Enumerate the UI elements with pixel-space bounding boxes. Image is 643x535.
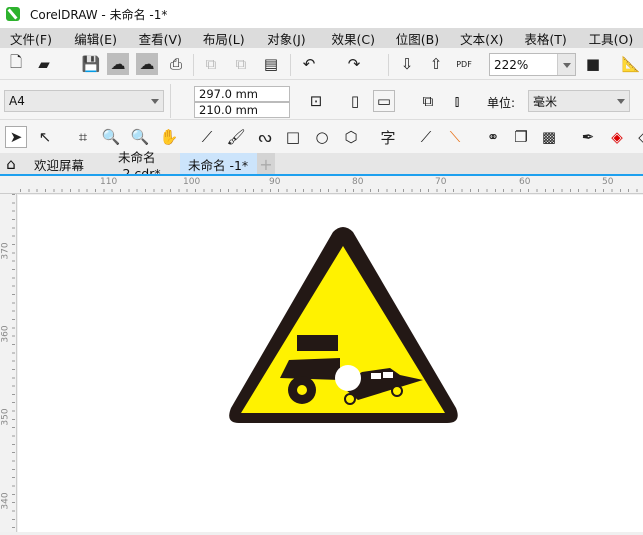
portrait-icon[interactable]: ▯ bbox=[344, 90, 366, 112]
all-pages-icon[interactable]: ⧉ bbox=[417, 90, 439, 112]
title-bar: CorelDRAW - 未命名 -1* bbox=[0, 0, 643, 28]
landscape-icon[interactable]: ▭ bbox=[373, 90, 395, 112]
print-icon[interactable]: ⎙ bbox=[165, 53, 187, 75]
shape-tool-icon[interactable]: ↖ bbox=[34, 126, 56, 148]
collision-warning-sign[interactable] bbox=[18, 195, 643, 532]
polygon-tool-icon[interactable]: ⬡ bbox=[340, 126, 362, 148]
import-icon[interactable]: ⇩ bbox=[396, 53, 418, 75]
rectangle-tool-icon[interactable]: □ bbox=[282, 126, 304, 148]
tab-untitled-1[interactable]: 未命名 -1* bbox=[180, 153, 257, 175]
drop-shadow-icon[interactable]: ❐ bbox=[510, 126, 532, 148]
page-anchor-icon[interactable]: ⊡ bbox=[305, 90, 327, 112]
publish-pdf-icon[interactable]: PDF bbox=[453, 53, 475, 75]
freehand-tool-icon[interactable]: ⟋ bbox=[196, 126, 218, 148]
artistic-media-icon[interactable]: 🖌 bbox=[225, 126, 247, 148]
zoom-tool-icon[interactable]: 🔍 bbox=[100, 126, 122, 148]
redo-icon[interactable]: ↷ bbox=[343, 53, 365, 75]
paste-icon[interactable]: ▤ bbox=[260, 53, 282, 75]
text-tool-icon[interactable]: 字 bbox=[377, 126, 399, 148]
eyedropper-icon[interactable]: ✒ bbox=[577, 126, 599, 148]
import-cloud-icon[interactable]: ☁ bbox=[107, 53, 129, 75]
pan-tool-icon[interactable]: ✋ bbox=[158, 126, 180, 148]
smart-drawing-icon[interactable]: ᔓ bbox=[254, 126, 276, 148]
undo-icon[interactable]: ↶ bbox=[298, 53, 320, 75]
unit-select[interactable]: 毫米 bbox=[528, 90, 630, 112]
menu-view[interactable]: 查看(V) bbox=[129, 29, 193, 48]
menu-tools[interactable]: 工具(O) bbox=[579, 29, 643, 48]
pick-tool-icon[interactable]: ➤ bbox=[5, 126, 27, 148]
full-screen-icon[interactable]: ■ bbox=[582, 53, 604, 75]
page-height-input[interactable]: 297.0 mm bbox=[194, 86, 290, 102]
open-folder-icon[interactable]: ▰ bbox=[33, 53, 55, 75]
zoom-out-icon[interactable]: 🔍 bbox=[129, 126, 151, 148]
new-document-icon[interactable]: 🗋 bbox=[5, 53, 27, 75]
menu-bitmap[interactable]: 位图(B) bbox=[386, 29, 450, 48]
menu-layout[interactable]: 布局(L) bbox=[193, 29, 257, 48]
toolbox: ➤ ↖ ⌗ 🔍 🔍 ✋ ⟋ 🖌 ᔓ □ ○ ⬡ 字 ⟋ ⟍ ⚭ ❐ ▩ ✒ ◈ … bbox=[0, 120, 643, 153]
menu-edit[interactable]: 编辑(E) bbox=[64, 29, 128, 48]
zoom-level-combo[interactable]: 222% bbox=[489, 53, 576, 76]
tab-untitled-2[interactable]: 未命名 -2.cdr* bbox=[108, 150, 180, 181]
crop-tool-icon[interactable]: ⌗ bbox=[72, 126, 94, 148]
page-width-input[interactable]: 210.0 mm bbox=[194, 102, 290, 118]
add-tab-button[interactable]: + bbox=[257, 153, 275, 175]
vertical-ruler[interactable]: 370 360 350 340 bbox=[0, 194, 17, 532]
blend-tool-icon[interactable]: ⚭ bbox=[482, 126, 504, 148]
transparency-icon[interactable]: ▩ bbox=[538, 126, 560, 148]
copy-icon[interactable]: ⧉ bbox=[230, 53, 252, 75]
document-tabs: ⌂ 欢迎屏幕 未命名 -2.cdr* 未命名 -1* + bbox=[0, 150, 643, 181]
window-title: CorelDRAW - 未命名 -1* bbox=[30, 7, 168, 22]
property-bar: A4 297.0 mm 210.0 mm ⊡ ▯ ▭ ⧉ ⫾ 单位: 毫米 bbox=[0, 80, 643, 120]
ellipse-tool-icon[interactable]: ○ bbox=[311, 126, 333, 148]
menu-text[interactable]: 文本(X) bbox=[450, 29, 514, 48]
unit-label: 单位: bbox=[487, 96, 516, 110]
menu-object[interactable]: 对象(J) bbox=[257, 29, 321, 48]
page-size-select[interactable]: A4 bbox=[4, 90, 164, 112]
home-icon[interactable]: ⌂ bbox=[0, 153, 22, 175]
cut-icon[interactable]: ⧉ bbox=[200, 53, 222, 75]
export-icon[interactable]: ⇧ bbox=[425, 53, 447, 75]
export-cloud-icon[interactable]: ☁ bbox=[136, 53, 158, 75]
menu-file[interactable]: 文件(F) bbox=[0, 29, 64, 48]
menu-effects[interactable]: 效果(C) bbox=[321, 29, 385, 48]
dimension-tool-icon[interactable]: ⟋ bbox=[415, 126, 437, 148]
chevron-down-icon[interactable] bbox=[557, 54, 575, 75]
current-page-icon[interactable]: ⫾ bbox=[446, 90, 468, 112]
outline-tool-icon[interactable]: ◇ bbox=[633, 126, 643, 148]
rulers-icon[interactable]: 📐 bbox=[620, 53, 642, 75]
menu-bar: 文件(F) 编辑(E) 查看(V) 布局(L) 对象(J) 效果(C) 位图(B… bbox=[0, 28, 643, 48]
standard-toolbar: 🗋 ▰ 💾 ☁ ☁ ⎙ ⧉ ⧉ ▤ ↶ ↷ ⇩ ⇧ PDF 222% ■ 📐 bbox=[0, 48, 643, 80]
save-icon[interactable]: 💾 bbox=[80, 53, 102, 75]
drawing-canvas[interactable] bbox=[18, 195, 643, 532]
tab-welcome[interactable]: 欢迎屏幕 bbox=[22, 153, 108, 175]
coreldraw-logo-icon bbox=[6, 7, 20, 21]
connector-tool-icon[interactable]: ⟍ bbox=[444, 126, 466, 148]
fill-tool-icon[interactable]: ◈ bbox=[606, 126, 628, 148]
horizontal-ruler[interactable]: 110 100 90 80 70 60 50 bbox=[0, 176, 643, 194]
menu-table[interactable]: 表格(T) bbox=[514, 29, 578, 48]
